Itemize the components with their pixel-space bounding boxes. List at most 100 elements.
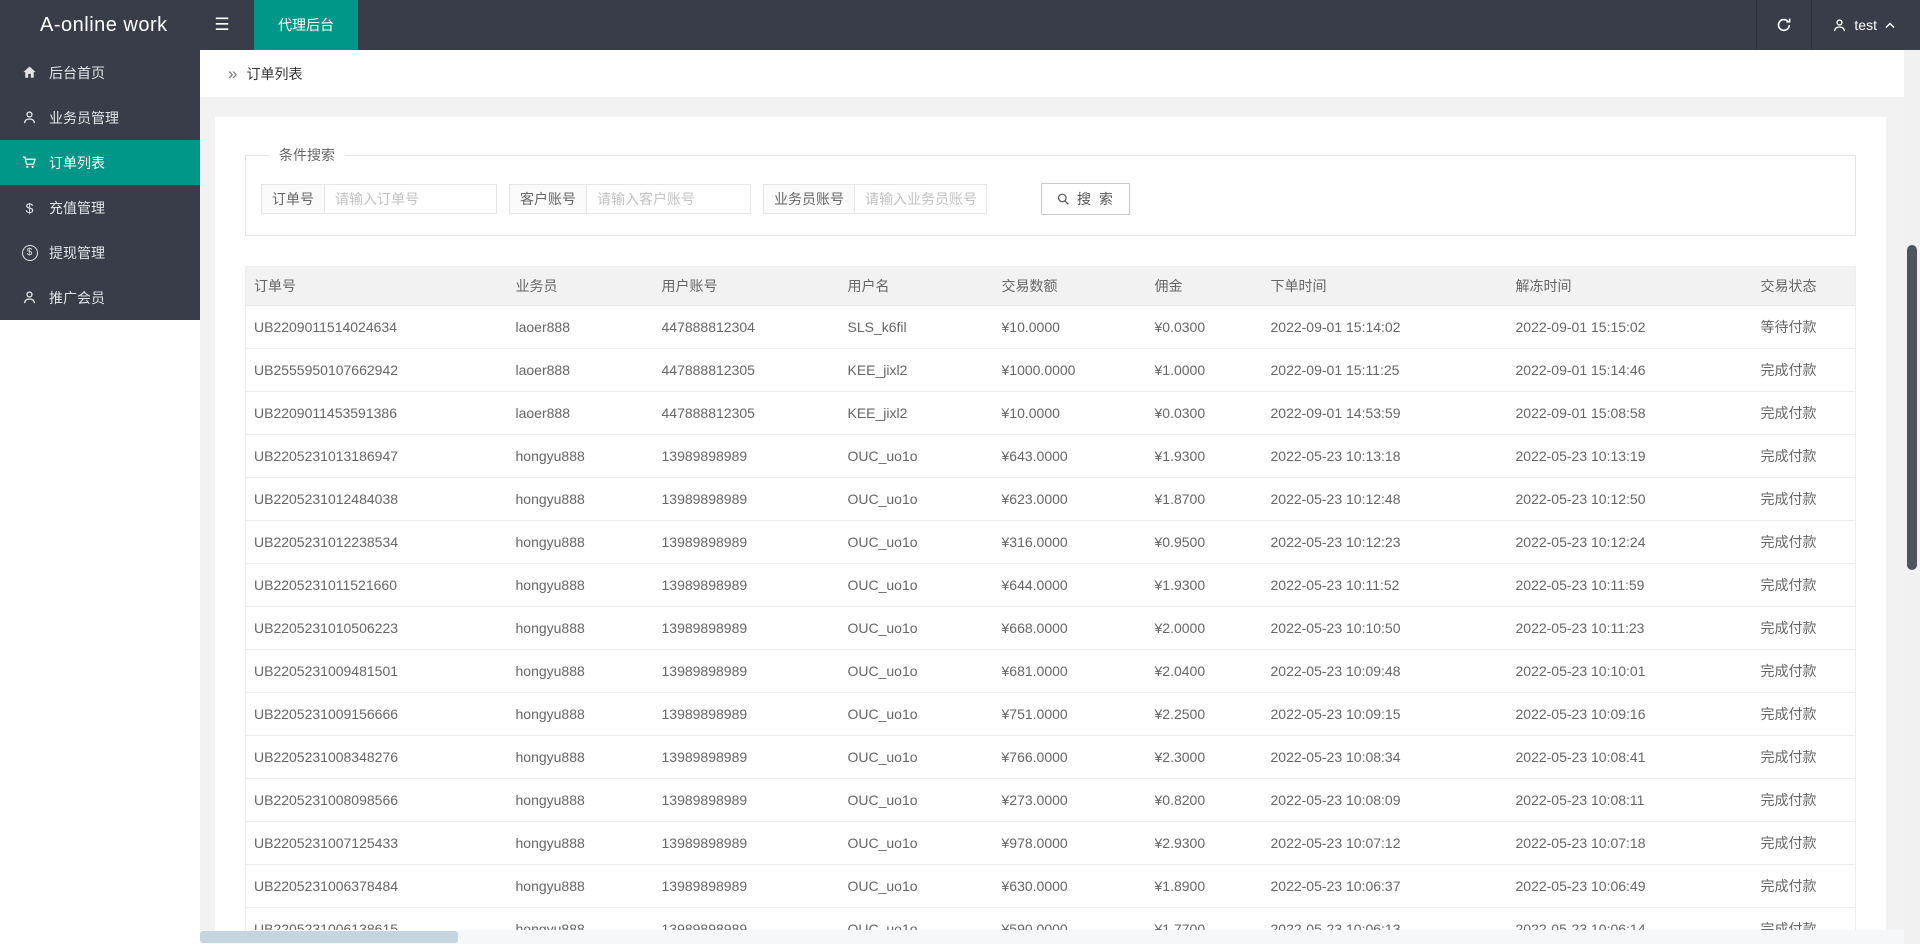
search-button-label: 搜 索 — [1077, 191, 1115, 207]
table-cell: OUC_uo1o — [839, 692, 994, 736]
table-row: UB2205231006378484 hongyu888 13989898989 OU… — [245, 864, 1856, 908]
search-button[interactable]: 搜 索 — [1041, 183, 1130, 215]
table-cell: 完成付款 — [1752, 563, 1856, 607]
table-cell: KEE_jixl2 — [839, 391, 994, 435]
table-cell: ¥643.0000 — [993, 434, 1147, 478]
table-cell: 完成付款 — [1752, 520, 1856, 564]
table-cell: 2022-09-01 14:53:59 — [1262, 391, 1508, 435]
table-cell: 13989898989 — [653, 606, 840, 650]
table-cell: 447888812305 — [653, 348, 840, 392]
table-cell: 2022-05-23 10:12:24 — [1507, 520, 1753, 564]
search-field-label: 客户账号 — [509, 184, 587, 214]
table-cell: UB2209011453591386 — [245, 391, 508, 435]
table-cell: UB2555950107662942 — [245, 348, 508, 392]
table-cell: 2022-05-23 10:12:23 — [1262, 520, 1508, 564]
table-cell: 2022-05-23 10:13:18 — [1262, 434, 1508, 478]
search-field-label: 订单号 — [261, 184, 325, 214]
table-cell: ¥2.0000 — [1146, 606, 1263, 650]
table-cell: laoer888 — [507, 391, 654, 435]
table-cell: 完成付款 — [1752, 649, 1856, 693]
table-cell: 2022-05-23 10:08:09 — [1262, 778, 1508, 822]
table-cell: ¥10.0000 — [993, 305, 1147, 349]
table-cell: 2022-05-23 10:12:48 — [1262, 477, 1508, 521]
home-icon — [20, 65, 39, 80]
table-cell: OUC_uo1o — [839, 864, 994, 908]
refresh-button[interactable] — [1756, 0, 1813, 50]
table-row: UB2205231009481501 hongyu888 13989898989 OU… — [245, 649, 1856, 693]
table-cell: UB2205231006378484 — [245, 864, 508, 908]
search-field-group: 业务员账号 — [763, 184, 987, 214]
table-cell: UB2205231010506223 — [245, 606, 508, 650]
sidebar-item[interactable]: $ 充值管理 — [0, 185, 200, 230]
table-cell: 2022-09-01 15:15:02 — [1507, 305, 1753, 349]
table-cell: 2022-05-23 10:10:01 — [1507, 649, 1753, 693]
table-cell: hongyu888 — [507, 692, 654, 736]
table-cell: ¥1.9300 — [1146, 434, 1263, 478]
table-cell: hongyu888 — [507, 864, 654, 908]
caret-up-icon — [1884, 21, 1896, 29]
table-row: UB2209011453591386 laoer888 447888812305 KE… — [245, 391, 1856, 435]
search-groups: 订单号 客户账号 业务员账号 — [261, 184, 999, 214]
table-cell: OUC_uo1o — [839, 477, 994, 521]
table-cell: ¥1000.0000 — [993, 348, 1147, 392]
table-cell: ¥644.0000 — [993, 563, 1147, 607]
table-cell: UB2205231009156666 — [245, 692, 508, 736]
table-cell: 13989898989 — [653, 520, 840, 564]
tab-agent-admin[interactable]: 代理后台 — [254, 0, 358, 50]
scrollbar-corner — [1904, 930, 1920, 944]
table-cell: ¥2.3000 — [1146, 735, 1263, 779]
sidebar-item[interactable]: $ 提现管理 — [0, 230, 200, 275]
order-no-input[interactable] — [325, 184, 497, 214]
table-cell: OUC_uo1o — [839, 434, 994, 478]
vertical-scrollbar[interactable] — [1904, 50, 1920, 930]
table-header-row: 订单号 业务员 用户账号 用户名 交易数额 佣金 下单时间 解冻时间 交易状态 — [245, 266, 1856, 306]
horizontal-scrollbar-thumb[interactable] — [200, 931, 458, 943]
table-cell: ¥2.9300 — [1146, 821, 1263, 865]
table-header-cell: 用户账号 — [653, 266, 840, 306]
user-icon — [1832, 18, 1847, 33]
table-cell: UB2205231011521660 — [245, 563, 508, 607]
menu-toggle-button[interactable]: ☰ — [202, 0, 242, 50]
sidebar-item[interactable]: 推广会员 — [0, 275, 200, 320]
table-cell: OUC_uo1o — [839, 778, 994, 822]
table-row: UB2205231010506223 hongyu888 13989898989 OU… — [245, 606, 1856, 650]
horizontal-scrollbar[interactable] — [200, 930, 1904, 944]
table-cell: 2022-05-23 10:09:48 — [1262, 649, 1508, 693]
table-cell: ¥10.0000 — [993, 391, 1147, 435]
table-cell: UB2205231008098566 — [245, 778, 508, 822]
table-cell: ¥0.9500 — [1146, 520, 1263, 564]
customer-account-input[interactable] — [587, 184, 751, 214]
table-cell: laoer888 — [507, 348, 654, 392]
sidebar-item-label: 后台首页 — [49, 64, 105, 81]
table-header-cell: 解冻时间 — [1507, 266, 1753, 306]
table-cell: 完成付款 — [1752, 864, 1856, 908]
table-cell: 447888812305 — [653, 391, 840, 435]
recharge-dollar-icon: $ — [25, 199, 34, 216]
sidebar-item[interactable]: 业务员管理 — [0, 95, 200, 140]
orders-table-body: UB2209011514024634 laoer888 447888812304 SL… — [245, 305, 1856, 944]
vertical-scrollbar-thumb[interactable] — [1907, 245, 1917, 570]
sidebar-item[interactable]: 后台首页 — [0, 50, 200, 95]
table-cell: 2022-05-23 10:11:23 — [1507, 606, 1753, 650]
table-cell: ¥2.2500 — [1146, 692, 1263, 736]
search-legend: 条件搜索 — [279, 147, 335, 163]
table-cell: 13989898989 — [653, 692, 840, 736]
table-cell: 13989898989 — [653, 434, 840, 478]
table-cell: UB2205231007125433 — [245, 821, 508, 865]
table-cell: ¥2.0400 — [1146, 649, 1263, 693]
orders-cart-icon — [20, 155, 39, 170]
table-row: UB2205231008098566 hongyu888 13989898989 OU… — [245, 778, 1856, 822]
table-cell: ¥1.0000 — [1146, 348, 1263, 392]
orders-table: 订单号 业务员 用户账号 用户名 交易数额 佣金 下单时间 解冻时间 交易状态 UB220901… — [245, 266, 1856, 944]
hamburger-icon: ☰ — [214, 15, 230, 34]
table-header-cell: 下单时间 — [1262, 266, 1508, 306]
withdraw-icon: $ — [20, 244, 39, 261]
sidebar-item-label: 订单列表 — [49, 154, 105, 171]
table-row: UB2209011514024634 laoer888 447888812304 SL… — [245, 305, 1856, 349]
sidebar-item-label: 充值管理 — [49, 199, 105, 216]
sidebar-item[interactable]: 订单列表 — [0, 140, 200, 185]
table-cell: 2022-05-23 10:06:37 — [1262, 864, 1508, 908]
user-menu[interactable]: test — [1812, 0, 1920, 50]
salesman-account-input[interactable] — [855, 184, 987, 214]
sidebar: 后台首页业务员管理订单列表 $ 充值管理 $ 提现管理 推广会员 — [0, 50, 200, 944]
